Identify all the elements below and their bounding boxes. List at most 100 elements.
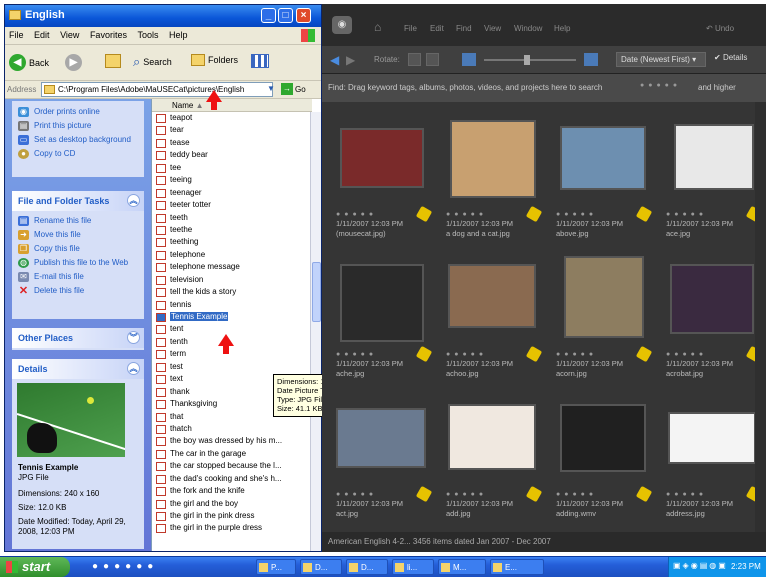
- thumbnail-image[interactable]: [340, 128, 424, 188]
- app-icon[interactable]: ●: [147, 561, 158, 572]
- rating-stars[interactable]: ●●●●●: [556, 491, 597, 498]
- rating-stars[interactable]: ●●●●●: [556, 351, 597, 358]
- large-thumbs-icon[interactable]: [584, 53, 598, 66]
- copy-to-cd-link[interactable]: ● Copy to CD: [12, 147, 144, 161]
- address-input[interactable]: C:\Program Files\Adobe\MaUSECat\pictures…: [41, 82, 273, 97]
- views-button[interactable]: [251, 54, 269, 68]
- file-item[interactable]: The car in the garage: [152, 448, 310, 460]
- file-item[interactable]: the dad's cooking and she's h...: [152, 473, 310, 485]
- taskbar-window-button[interactable]: M...: [438, 559, 486, 575]
- file-item[interactable]: telephone message: [152, 261, 310, 273]
- rating-stars[interactable]: ●●●●●: [666, 211, 707, 218]
- file-item[interactable]: tennis: [152, 299, 310, 311]
- file-item[interactable]: the girl in the pink dress: [152, 510, 310, 522]
- details-header[interactable]: Details ︽: [12, 359, 144, 379]
- scroll-thumb[interactable]: [312, 262, 321, 322]
- collapse-chevron-icon[interactable]: ︽: [127, 194, 140, 207]
- taskbar-window-button[interactable]: li...: [392, 559, 434, 575]
- file-item[interactable]: the car stopped because the l...: [152, 460, 310, 472]
- rating-stars[interactable]: ●●●●●: [446, 211, 487, 218]
- title-bar[interactable]: English _ □ ×: [5, 5, 321, 27]
- thumbnail-image[interactable]: [560, 126, 646, 190]
- menu-favorites[interactable]: Favorites: [86, 27, 131, 43]
- organizer-scrollbar[interactable]: [755, 102, 766, 532]
- file-item[interactable]: teeter totter: [152, 199, 310, 211]
- find-bar[interactable]: Find: Drag keyword tags, albums, photos,…: [322, 74, 766, 102]
- thumbnail-image[interactable]: [668, 412, 756, 464]
- file-item[interactable]: teddy bear: [152, 149, 310, 161]
- org-menu-find[interactable]: Find: [456, 24, 472, 33]
- rating-stars[interactable]: ●●●●●: [336, 491, 377, 498]
- thumbnail-image[interactable]: [564, 256, 644, 338]
- file-item[interactable]: teenager: [152, 187, 310, 199]
- file-item[interactable]: the girl in the purple dress: [152, 522, 310, 534]
- taskbar-window-button[interactable]: D...: [300, 559, 342, 575]
- file-item[interactable]: test: [152, 361, 310, 373]
- close-button[interactable]: ×: [296, 8, 311, 23]
- rating-filter-label[interactable]: and higher: [698, 83, 736, 92]
- rating-stars[interactable]: ●●●●●: [336, 211, 377, 218]
- thumbnail-image[interactable]: [448, 264, 536, 328]
- home-icon[interactable]: ⌂: [374, 20, 381, 34]
- org-menu-help[interactable]: Help: [554, 24, 570, 33]
- outlook-icon[interactable]: ●: [114, 561, 125, 572]
- org-menu-view[interactable]: View: [484, 24, 501, 33]
- thumbnail-image[interactable]: [448, 404, 536, 470]
- go-button[interactable]: → Go: [281, 83, 306, 95]
- file-item-selected[interactable]: Tennis Example: [152, 311, 310, 323]
- file-item[interactable]: tee: [152, 162, 310, 174]
- file-item[interactable]: tease: [152, 137, 310, 149]
- menu-view[interactable]: View: [56, 27, 83, 43]
- back-arrow-icon[interactable]: ◀: [330, 53, 339, 67]
- file-item[interactable]: thatch: [152, 423, 310, 435]
- forward-button[interactable]: ▶: [65, 54, 82, 71]
- menu-file[interactable]: File: [5, 27, 28, 43]
- thumbnail-image[interactable]: [560, 404, 646, 472]
- camera-icon[interactable]: ◉: [332, 16, 352, 34]
- thumbnail-item[interactable]: ●●●●● 1/11/2007 12:03 PM (mousecat.jpg): [328, 106, 438, 246]
- tray-icons[interactable]: ▣◈◉▤◍▣: [673, 561, 728, 570]
- collapse-chevron-icon[interactable]: ︽: [127, 362, 140, 375]
- ie-icon[interactable]: ●: [92, 561, 103, 572]
- rotate-right-icon[interactable]: [426, 53, 439, 66]
- sort-order-select[interactable]: Date (Newest First) ▾: [616, 52, 706, 67]
- taskbar-window-button[interactable]: D...: [346, 559, 388, 575]
- file-item[interactable]: the girl and the boy: [152, 498, 310, 510]
- rotate-left-icon[interactable]: [408, 53, 421, 66]
- menu-edit[interactable]: Edit: [30, 27, 54, 43]
- file-item[interactable]: tell the kids a story: [152, 286, 310, 298]
- name-column-header[interactable]: Name ▲: [152, 99, 312, 112]
- email-file-link[interactable]: ✉ E-mail this file: [12, 270, 144, 284]
- expand-chevron-icon[interactable]: ︾: [127, 331, 140, 344]
- rating-stars[interactable]: ●●●●●: [446, 491, 487, 498]
- file-list-scrollbar[interactable]: [310, 112, 321, 551]
- small-thumbs-icon[interactable]: [462, 53, 476, 66]
- rating-filter-stars[interactable]: ●●●●●: [640, 82, 681, 89]
- file-item[interactable]: telephone: [152, 249, 310, 261]
- print-picture-link[interactable]: ▤ Print this picture: [12, 119, 144, 133]
- org-menu-window[interactable]: Window: [514, 24, 542, 33]
- search-button[interactable]: ⌕ Search: [133, 54, 172, 70]
- move-file-link[interactable]: ➜ Move this file: [12, 228, 144, 242]
- address-dropdown-icon[interactable]: ▼: [267, 84, 275, 93]
- folders-button[interactable]: Folders: [191, 54, 238, 66]
- set-desktop-background-link[interactable]: ▭ Set as desktop background: [12, 133, 144, 147]
- undo-button[interactable]: ↶ Undo: [706, 24, 734, 33]
- thumbnail-image[interactable]: [670, 264, 754, 334]
- thumbnail-item[interactable]: ●●●●● 1/11/2007 12:03 PM act.jpg: [328, 386, 438, 526]
- taskbar-window-button[interactable]: P...: [256, 559, 296, 575]
- thumbnail-image[interactable]: [336, 408, 426, 468]
- file-item[interactable]: teeth: [152, 212, 310, 224]
- thumbnail-size-slider[interactable]: [484, 55, 576, 65]
- rating-stars[interactable]: ●●●●●: [336, 351, 377, 358]
- thumbnail-item[interactable]: ●●●●● 1/11/2007 12:03 PM above.jpg: [548, 106, 658, 246]
- taskbar-window-button[interactable]: E...: [490, 559, 544, 575]
- publish-file-link[interactable]: ◍ Publish this file to the Web: [12, 256, 144, 270]
- rating-stars[interactable]: ●●●●●: [556, 211, 597, 218]
- file-item[interactable]: television: [152, 274, 310, 286]
- thumbnail-item[interactable]: ●●●●● 1/11/2007 12:03 PM add.jpg: [438, 386, 548, 526]
- back-button[interactable]: ◀ Back: [9, 54, 49, 71]
- rating-stars[interactable]: ●●●●●: [666, 351, 707, 358]
- thumbnail-image[interactable]: [450, 120, 536, 198]
- delete-file-link[interactable]: ✕ Delete this file: [12, 284, 144, 298]
